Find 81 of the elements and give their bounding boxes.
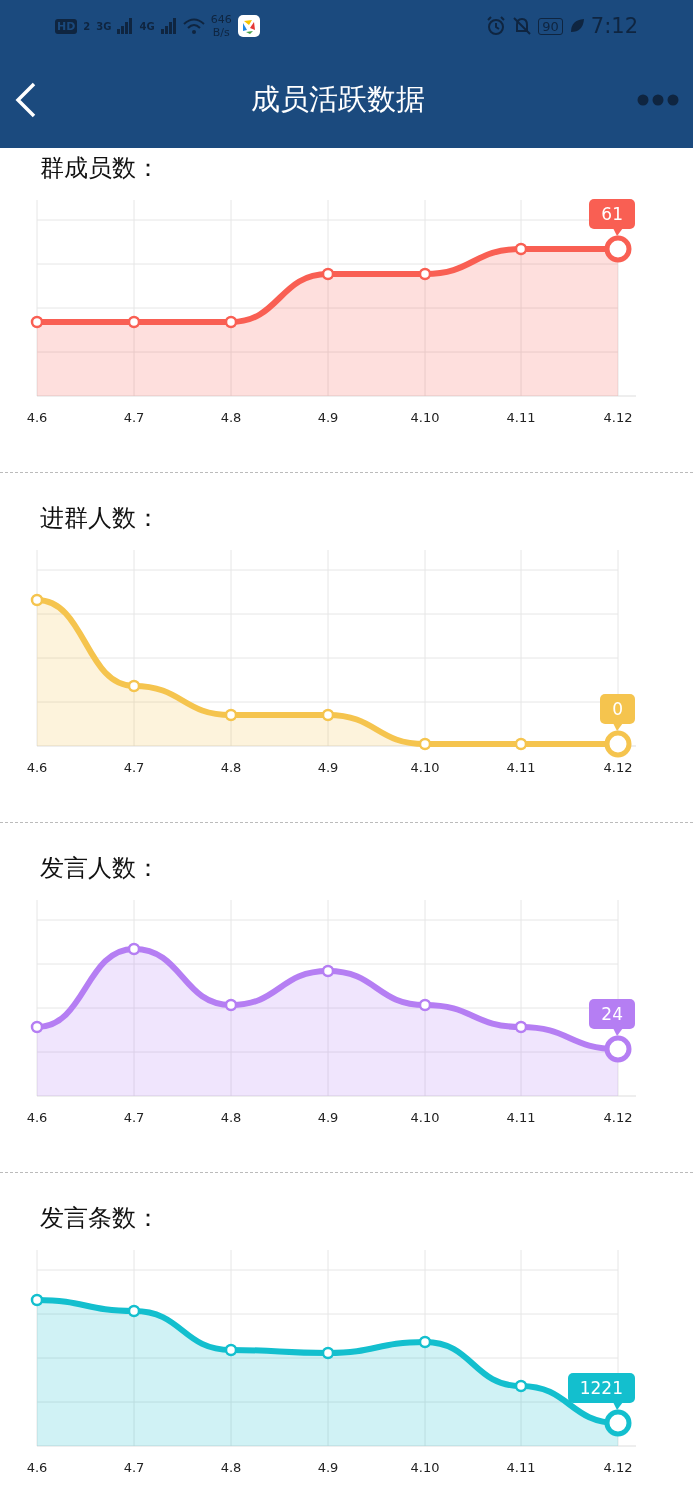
data-point	[321, 267, 335, 281]
data-point	[514, 737, 528, 751]
axis-label: 4.12	[603, 1110, 633, 1125]
data-point	[418, 267, 432, 281]
data-point	[321, 1346, 335, 1360]
data-point	[418, 998, 432, 1012]
axis-label: 4.7	[123, 1110, 145, 1125]
data-point	[30, 315, 44, 329]
axis-label: 4.7	[123, 1460, 145, 1475]
data-point	[514, 1020, 528, 1034]
section-title: 发言人数：	[40, 853, 161, 884]
data-point	[127, 679, 141, 693]
leaf-icon	[568, 18, 585, 34]
wifi-icon	[182, 18, 205, 34]
speed-unit: B/s	[212, 26, 230, 39]
section-title: 群成员数：	[40, 153, 161, 184]
data-point	[127, 1304, 141, 1318]
hd-indicator: HD	[55, 18, 78, 34]
data-point	[604, 730, 632, 758]
data-point	[224, 1343, 238, 1357]
section-title: 进群人数：	[40, 503, 161, 534]
pointer-icon	[613, 1402, 623, 1410]
data-point	[418, 737, 432, 751]
signal-icon	[160, 18, 177, 34]
pointer-icon	[613, 1028, 623, 1036]
axis-label: 4.11	[506, 410, 536, 425]
axis-label: 4.11	[506, 1460, 536, 1475]
data-point	[321, 964, 335, 978]
axis-label: 4.10	[410, 760, 440, 775]
data-point	[224, 708, 238, 722]
sim-label: 2	[83, 20, 91, 32]
data-point	[604, 1409, 632, 1437]
axis-label: 4.12	[603, 1460, 633, 1475]
data-point	[127, 942, 141, 956]
axis-label: 4.11	[506, 1110, 536, 1125]
section-title: 发言条数：	[40, 1203, 161, 1234]
pointer-icon	[613, 723, 623, 731]
axis-label: 4.9	[317, 1110, 339, 1125]
axis-label: 4.7	[123, 410, 145, 425]
axis-label: 4.12	[603, 410, 633, 425]
data-point	[321, 708, 335, 722]
axis-label: 4.10	[410, 410, 440, 425]
alarm-icon	[486, 16, 507, 36]
data-point	[224, 315, 238, 329]
data-point	[604, 235, 632, 263]
muted-bell-icon	[512, 16, 533, 36]
axis-label: 4.9	[317, 410, 339, 425]
app-icon	[237, 15, 260, 37]
axis-label: 4.10	[410, 1110, 440, 1125]
signal-icon	[117, 18, 134, 34]
axis-label: 4.12	[603, 760, 633, 775]
data-point	[30, 1020, 44, 1034]
pointer-icon	[613, 228, 623, 236]
axis-label: 4.10	[410, 1460, 440, 1475]
axis-label: 4.11	[506, 760, 536, 775]
speed-value: 646	[210, 13, 232, 26]
axis-label: 4.6	[26, 410, 48, 425]
axis-label: 4.7	[123, 760, 145, 775]
axis-label: 4.6	[26, 760, 48, 775]
data-point	[224, 998, 238, 1012]
data-point	[127, 315, 141, 329]
data-point	[30, 593, 44, 607]
network-label: 4G	[139, 20, 155, 32]
axis-label: 4.6	[26, 1460, 48, 1475]
axis-label: 4.9	[317, 1460, 339, 1475]
axis-label: 4.8	[220, 410, 242, 425]
page-title: 成员活跃数据	[250, 81, 425, 118]
axis-label: 4.8	[220, 760, 242, 775]
axis-label: 4.6	[26, 1110, 48, 1125]
data-point	[30, 1293, 44, 1307]
data-point	[514, 242, 528, 256]
axis-label: 4.8	[220, 1460, 242, 1475]
battery-level: 90	[538, 17, 563, 35]
back-icon[interactable]	[14, 82, 38, 118]
data-point	[418, 1335, 432, 1349]
axis-label: 4.8	[220, 1110, 242, 1125]
clock-time: 7:12	[590, 14, 638, 38]
data-point	[604, 1035, 632, 1063]
axis-label: 4.9	[317, 760, 339, 775]
network-label: 3G	[96, 20, 112, 32]
data-point	[514, 1379, 528, 1393]
